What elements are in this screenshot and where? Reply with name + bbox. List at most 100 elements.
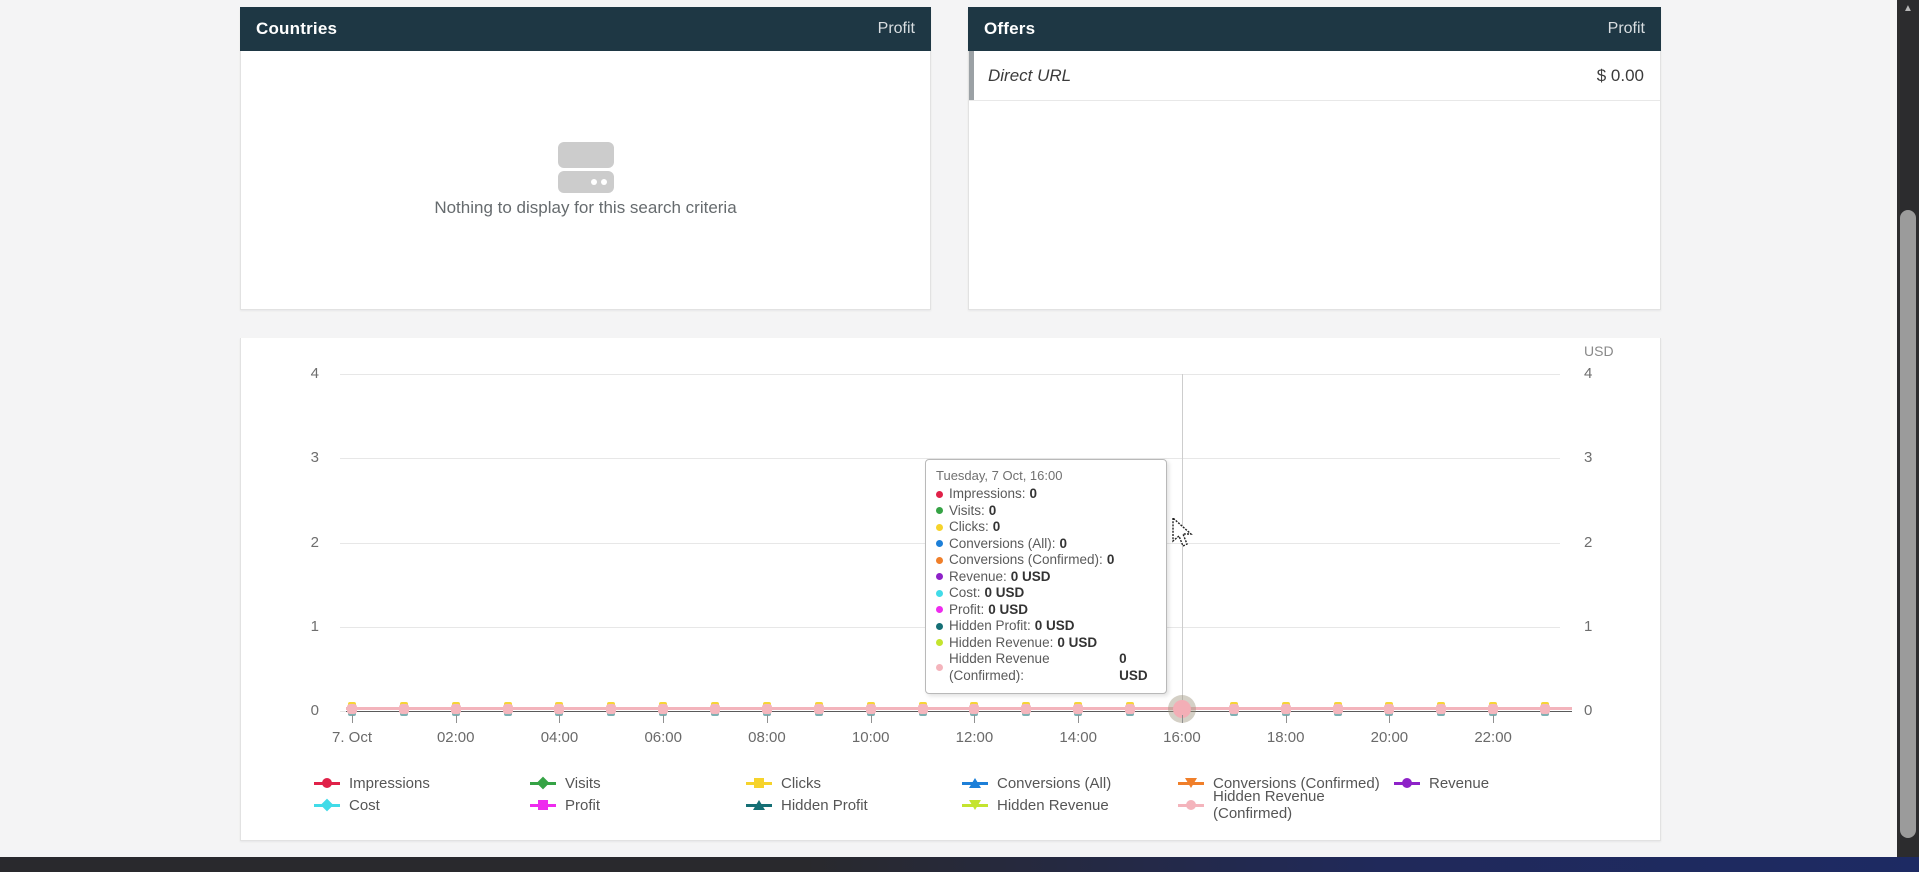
data-point-marker[interactable] xyxy=(503,704,513,714)
x-axis-label: 14:00 xyxy=(1036,729,1120,746)
tooltip-label: Visits: xyxy=(949,503,985,520)
legend-item[interactable]: Conversions (All) xyxy=(962,775,1178,792)
x-axis-label: 04:00 xyxy=(517,729,601,746)
legend-label: Hidden Profit xyxy=(781,797,868,814)
data-point-marker[interactable] xyxy=(969,704,979,714)
tooltip-row: Clicks:0 xyxy=(936,519,1156,536)
offers-metric-selector[interactable]: Profit xyxy=(1608,20,1645,38)
legend-item[interactable]: Hidden Profit xyxy=(746,797,962,814)
legend-label: Profit xyxy=(565,797,600,814)
tooltip-row: Hidden Revenue:0 USD xyxy=(936,635,1156,652)
right-axis-unit-label: USD xyxy=(1584,343,1614,359)
data-point-marker[interactable] xyxy=(399,704,409,714)
database-icon xyxy=(558,142,614,188)
square-marker-icon xyxy=(746,777,772,790)
data-point-marker[interactable] xyxy=(1073,704,1083,714)
legend-marker xyxy=(1185,778,1197,788)
legend-label: Cost xyxy=(349,797,380,814)
y-axis-label-right: 0 xyxy=(1584,702,1622,720)
tooltip-row: Visits:0 xyxy=(936,503,1156,520)
tooltip-label: Profit: xyxy=(949,602,984,619)
data-point-marker[interactable] xyxy=(451,704,461,714)
data-point-marker[interactable] xyxy=(1229,704,1239,714)
tooltip-label: Hidden Revenue (Confirmed): xyxy=(949,651,1115,684)
legend-marker xyxy=(753,800,765,810)
data-point-marker[interactable] xyxy=(1384,704,1394,714)
offer-name[interactable]: Direct URL xyxy=(988,66,1071,86)
data-point-marker[interactable] xyxy=(1333,704,1343,714)
tri-up-marker-icon xyxy=(962,777,988,790)
legend-item[interactable]: Visits xyxy=(530,775,746,792)
tooltip-row: Hidden Profit:0 USD xyxy=(936,618,1156,635)
scrollbar-thumb[interactable] xyxy=(1900,210,1916,838)
legend-marker xyxy=(1402,778,1412,788)
chart-panel: USD Tuesday, 7 Oct, 16:00 Impressions:0V… xyxy=(240,338,1661,841)
y-axis-label-left: 1 xyxy=(281,618,319,636)
legend-item[interactable]: Impressions xyxy=(314,775,530,792)
data-point-marker[interactable] xyxy=(1436,704,1446,714)
x-axis-tick xyxy=(1389,715,1390,723)
x-axis-label: 16:00 xyxy=(1140,729,1224,746)
legend-label: Conversions (All) xyxy=(997,775,1111,792)
data-point-marker[interactable] xyxy=(658,704,668,714)
legend-marker xyxy=(754,778,764,788)
legend-item[interactable]: Profit xyxy=(530,797,746,814)
x-axis-label: 7. Oct xyxy=(310,729,394,746)
tooltip-value: 0 xyxy=(989,503,997,520)
data-point-marker[interactable] xyxy=(762,704,772,714)
tooltip-row: Hidden Revenue (Confirmed):0 USD xyxy=(936,651,1156,684)
data-point-marker[interactable] xyxy=(1488,704,1498,714)
y-axis-label-left: 0 xyxy=(281,702,319,720)
legend-item[interactable]: Hidden Revenue (Confirmed) xyxy=(1178,788,1394,822)
mouse-cursor-icon xyxy=(1171,517,1195,549)
countries-metric-selector[interactable]: Profit xyxy=(878,20,915,38)
tooltip-date-title: Tuesday, 7 Oct, 16:00 xyxy=(936,468,1156,483)
offers-title: Offers xyxy=(984,19,1035,39)
tooltip-row: Cost:0 USD xyxy=(936,585,1156,602)
tooltip-label: Cost: xyxy=(949,585,981,602)
x-axis-label: 06:00 xyxy=(621,729,705,746)
x-axis-tick xyxy=(1286,715,1287,723)
tooltip-value: 0 xyxy=(993,519,1001,536)
offer-row-direct-url[interactable]: Direct URL $ 0.00 xyxy=(969,51,1660,101)
x-axis-label: 22:00 xyxy=(1451,729,1535,746)
legend-item[interactable]: Clicks xyxy=(746,775,962,792)
data-point-marker[interactable] xyxy=(918,704,928,714)
legend-item[interactable]: Hidden Revenue xyxy=(962,797,1178,814)
data-point-marker[interactable] xyxy=(347,704,357,714)
data-point-marker[interactable] xyxy=(1540,704,1550,714)
data-point-marker[interactable] xyxy=(710,704,720,714)
data-point-marker[interactable] xyxy=(1125,704,1135,714)
tooltip-value: 0 USD xyxy=(988,602,1028,619)
tooltip-value: 0 USD xyxy=(1011,569,1051,586)
tooltip-bullet-icon xyxy=(936,664,943,671)
data-point-marker[interactable] xyxy=(1021,704,1031,714)
data-point-marker[interactable] xyxy=(1281,704,1291,714)
offer-row-indicator xyxy=(969,51,974,100)
legend-item[interactable]: Revenue xyxy=(1394,775,1610,792)
circle-marker-icon xyxy=(314,777,340,790)
legend-item[interactable]: Cost xyxy=(314,797,530,814)
data-point-marker[interactable] xyxy=(814,704,824,714)
diamond-marker-icon xyxy=(314,799,340,812)
data-point-marker[interactable] xyxy=(606,704,616,714)
circle-marker-icon xyxy=(1178,799,1204,812)
legend-marker xyxy=(969,800,981,810)
x-axis-tick xyxy=(559,715,560,723)
tooltip-label: Conversions (Confirmed): xyxy=(949,552,1103,569)
tooltip-bullet-icon xyxy=(936,573,943,580)
tooltip-label: Impressions: xyxy=(949,486,1026,503)
data-point-marker[interactable] xyxy=(866,704,876,714)
scrollbar-up-arrow[interactable]: ▲ xyxy=(1897,2,1919,16)
vertical-scrollbar[interactable]: ▲ ▼ xyxy=(1897,0,1919,872)
data-point-marker[interactable] xyxy=(554,704,564,714)
empty-state-text: Nothing to display for this search crite… xyxy=(434,198,736,218)
circle-marker-icon xyxy=(1394,777,1420,790)
tooltip-label: Hidden Profit: xyxy=(949,618,1031,635)
tooltip-value: 0 USD xyxy=(1119,651,1156,684)
legend-label: Impressions xyxy=(349,775,430,792)
tooltip-bullet-icon xyxy=(936,639,943,646)
countries-empty-state: Nothing to display for this search crite… xyxy=(241,51,930,309)
tooltip-row: Impressions:0 xyxy=(936,486,1156,503)
x-axis-tick xyxy=(871,715,872,723)
